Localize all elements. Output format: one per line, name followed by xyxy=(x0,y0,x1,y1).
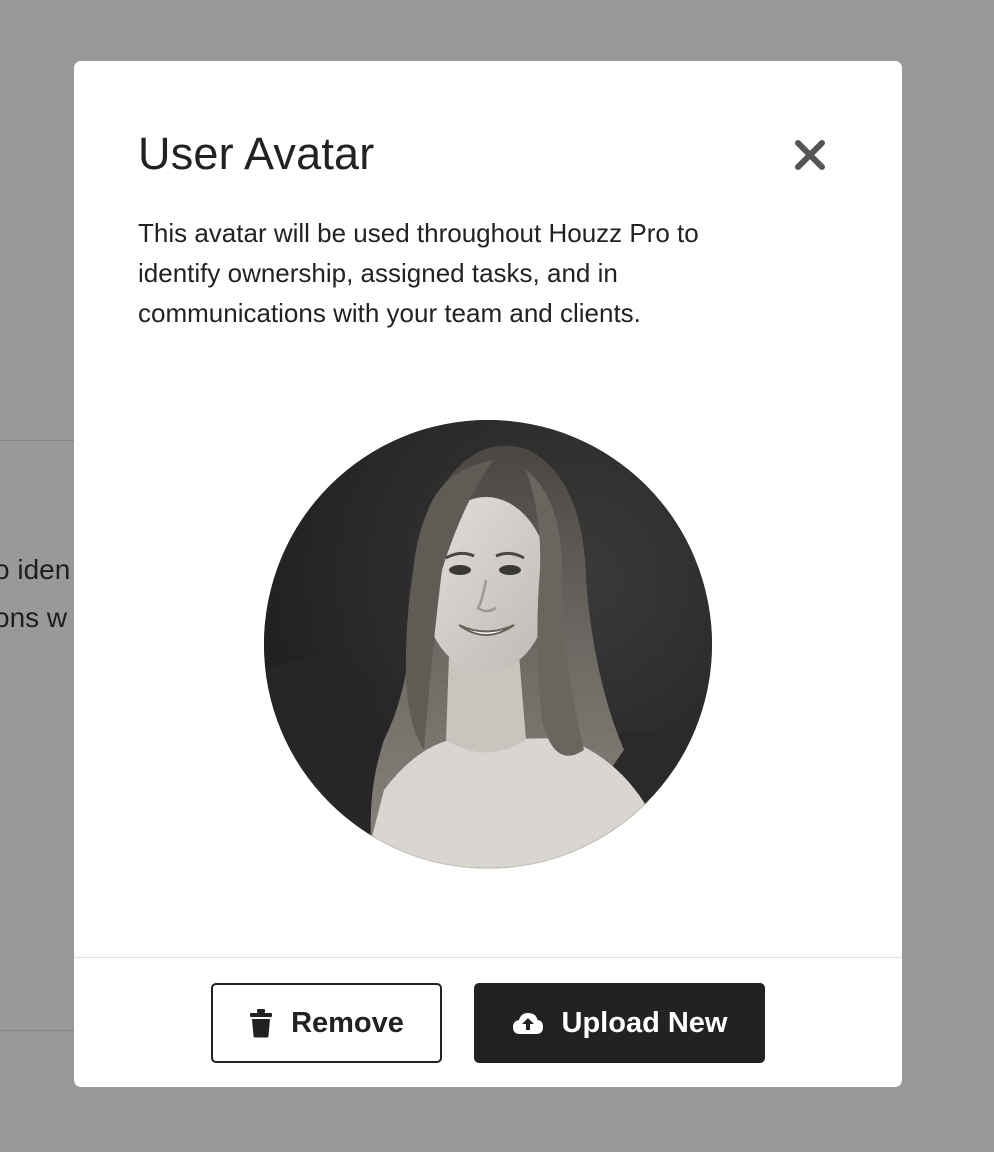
footer-divider xyxy=(74,957,902,958)
background-text: ons w xyxy=(0,602,68,633)
background-divider xyxy=(0,1030,80,1031)
background-divider xyxy=(0,440,80,441)
upload-button-label: Upload New xyxy=(561,1006,728,1039)
close-icon xyxy=(795,140,825,170)
background-text: o iden xyxy=(0,554,71,585)
cloud-upload-icon xyxy=(512,1011,544,1035)
modal-title: User Avatar xyxy=(138,128,375,179)
trash-icon xyxy=(249,1008,273,1038)
modal-description: This avatar will be used throughout Houz… xyxy=(138,218,699,328)
remove-button[interactable]: Remove xyxy=(211,983,442,1063)
upload-new-button[interactable]: Upload New xyxy=(474,983,765,1063)
avatar-photo xyxy=(264,420,712,868)
remove-button-label: Remove xyxy=(291,1006,404,1039)
avatar-image xyxy=(264,420,712,869)
close-button[interactable] xyxy=(790,135,830,175)
user-avatar-modal: User Avatar This avatar will be used thr… xyxy=(74,61,902,1087)
